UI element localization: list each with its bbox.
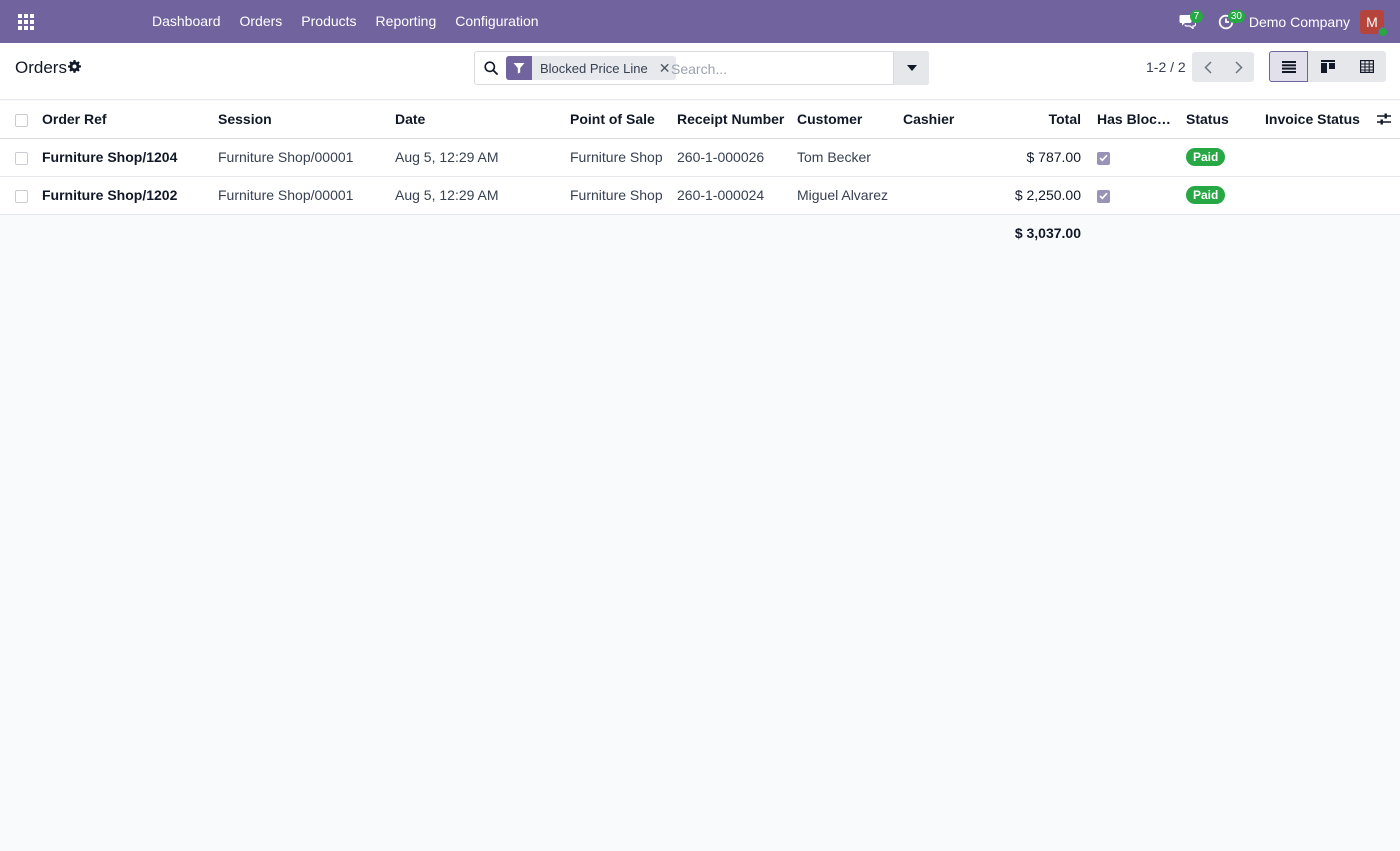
menu-item-products[interactable]: Products [292, 0, 366, 43]
view-switcher [1269, 51, 1386, 82]
checked-checkbox-icon [1097, 151, 1110, 165]
cell-invoice-status [1263, 138, 1348, 177]
cell-receipt-number: 260-1-000024 [669, 176, 789, 215]
menu-item-dashboard[interactable]: Dashboard [143, 0, 230, 43]
column-header-date[interactable]: Date [387, 101, 562, 139]
column-header-invoice-status[interactable]: Invoice Status [1263, 101, 1400, 139]
top-navbar: Dashboard Orders Products Reporting Conf… [0, 0, 1400, 43]
messages-button[interactable]: 7 [1169, 0, 1207, 43]
cell-date: Aug 5, 12:29 AM [387, 138, 562, 177]
search-bar: Blocked Price Line ✕ [474, 51, 929, 85]
cell-has-blocked [1089, 176, 1178, 215]
user-avatar[interactable]: M [1360, 9, 1388, 37]
kanban-view-button[interactable] [1308, 51, 1347, 82]
column-header-has-blocked[interactable]: Has Blocke... [1089, 101, 1178, 139]
search-input[interactable] [671, 58, 891, 80]
cell-point-of-sale: Furniture Shop [562, 176, 669, 215]
list-view-button[interactable] [1269, 51, 1308, 82]
column-header-receipt-number[interactable]: Receipt Number [669, 101, 789, 139]
table-footer-row: $ 3,037.00 [0, 214, 1400, 251]
activities-counter: 30 [1227, 10, 1245, 23]
list-icon [1281, 60, 1296, 73]
search-icon[interactable] [484, 61, 498, 75]
cell-total: $ 2,250.00 [989, 176, 1089, 215]
company-switcher[interactable]: Demo Company [1245, 14, 1360, 30]
apps-menu-button[interactable] [10, 6, 42, 37]
cell-total: $ 787.00 [989, 138, 1089, 177]
column-header-cashier[interactable]: Cashier [895, 101, 989, 139]
cell-status: Paid [1178, 138, 1263, 177]
row-checkbox[interactable] [0, 138, 34, 177]
footer-total: $ 3,037.00 [989, 214, 1089, 251]
column-header-status[interactable]: Status [1178, 101, 1263, 139]
cell-spacer [1348, 176, 1400, 215]
cell-customer: Tom Becker [789, 138, 895, 177]
cell-spacer [1348, 138, 1400, 177]
cell-has-blocked [1089, 138, 1178, 177]
control-panel: Orders Blocked Price Line ✕ 1-2 / 2 [0, 43, 1400, 100]
cell-order-ref: Furniture Shop/1204 [34, 138, 210, 177]
status-badge: Paid [1186, 186, 1226, 204]
column-header-session[interactable]: Session [210, 101, 387, 139]
cell-invoice-status [1263, 176, 1348, 215]
column-header-customer[interactable]: Customer [789, 101, 895, 139]
cell-customer: Miguel Alvarez [789, 176, 895, 215]
gear-icon[interactable] [68, 60, 81, 73]
online-status-icon [1378, 26, 1388, 37]
cell-cashier [895, 176, 989, 215]
pager-previous-button[interactable] [1192, 52, 1223, 82]
cell-cashier [895, 138, 989, 177]
cell-order-ref: Furniture Shop/1202 [34, 176, 210, 215]
cell-receipt-number: 260-1-000026 [669, 138, 789, 177]
column-header-point-of-sale[interactable]: Point of Sale [562, 101, 669, 139]
messages-counter: 7 [1189, 10, 1203, 23]
footer-spacer [0, 214, 989, 251]
checked-checkbox-icon [1097, 189, 1110, 203]
cell-date: Aug 5, 12:29 AM [387, 176, 562, 215]
orders-list: Order Ref Session Date Point of Sale Rec… [0, 101, 1400, 251]
avatar-initial: M [1366, 13, 1378, 30]
search-options-toggle[interactable] [893, 51, 929, 85]
filter-facet: Blocked Price Line ✕ [506, 56, 676, 80]
kanban-icon [1320, 60, 1335, 73]
table-icon [1359, 60, 1374, 73]
select-all-checkbox[interactable] [0, 101, 34, 139]
page-title: Orders [15, 58, 67, 77]
main-menu: Dashboard Orders Products Reporting Conf… [143, 0, 548, 43]
filter-facet-label: Blocked Price Line [540, 60, 648, 76]
chevron-right-icon [1234, 60, 1243, 74]
menu-item-configuration[interactable]: Configuration [446, 0, 548, 43]
pivot-view-button[interactable] [1347, 51, 1386, 82]
column-header-total[interactable]: Total [989, 101, 1089, 139]
column-header-order-ref[interactable]: Order Ref [34, 101, 210, 139]
cell-session: Furniture Shop/00001 [210, 138, 387, 177]
chevron-left-icon [1203, 60, 1212, 74]
orders-table: Order Ref Session Date Point of Sale Rec… [0, 101, 1400, 251]
pager-next-button[interactable] [1223, 52, 1254, 82]
menu-item-reporting[interactable]: Reporting [366, 0, 446, 43]
caret-down-icon [906, 65, 917, 71]
column-settings-icon[interactable] [1377, 112, 1392, 126]
cell-session: Furniture Shop/00001 [210, 176, 387, 215]
status-badge: Paid [1186, 148, 1226, 166]
apps-grid-icon [18, 13, 34, 30]
footer-spacer-right [1089, 214, 1400, 251]
menu-item-orders[interactable]: Orders [230, 0, 292, 43]
cell-status: Paid [1178, 176, 1263, 215]
filter-icon [506, 56, 532, 80]
systray: 7 30 Demo Company M [1169, 0, 1400, 43]
table-header-row: Order Ref Session Date Point of Sale Rec… [0, 101, 1400, 139]
table-row[interactable]: Furniture Shop/1204 Furniture Shop/00001… [0, 138, 1400, 177]
table-row[interactable]: Furniture Shop/1202 Furniture Shop/00001… [0, 176, 1400, 215]
column-header-invoice-status-label: Invoice Status [1265, 111, 1360, 128]
pager-value[interactable]: 1-2 / 2 [1146, 59, 1186, 75]
row-checkbox[interactable] [0, 176, 34, 215]
activities-button[interactable]: 30 [1207, 0, 1245, 43]
cell-point-of-sale: Furniture Shop [562, 138, 669, 177]
